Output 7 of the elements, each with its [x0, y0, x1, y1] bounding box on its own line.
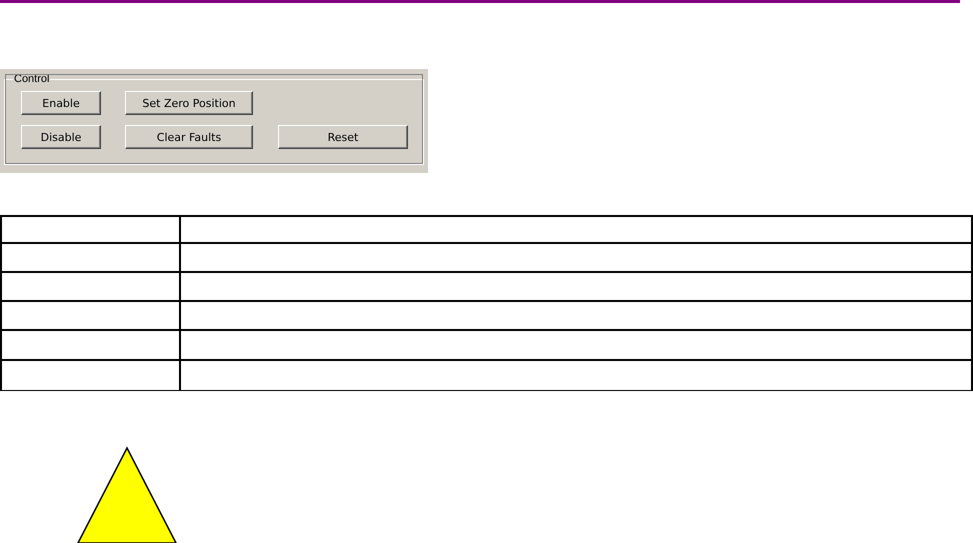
panel-button[interactable]: Clear Faults [125, 125, 253, 149]
warning-triangle-icon [76, 446, 178, 543]
panel-button[interactable]: Enable [21, 91, 101, 115]
panel-button[interactable]: Set Zero Position [125, 91, 253, 115]
panel-button[interactable]: Reset [278, 125, 408, 149]
panel-button[interactable]: Disable [21, 125, 101, 149]
group-title: Control [13, 73, 50, 85]
